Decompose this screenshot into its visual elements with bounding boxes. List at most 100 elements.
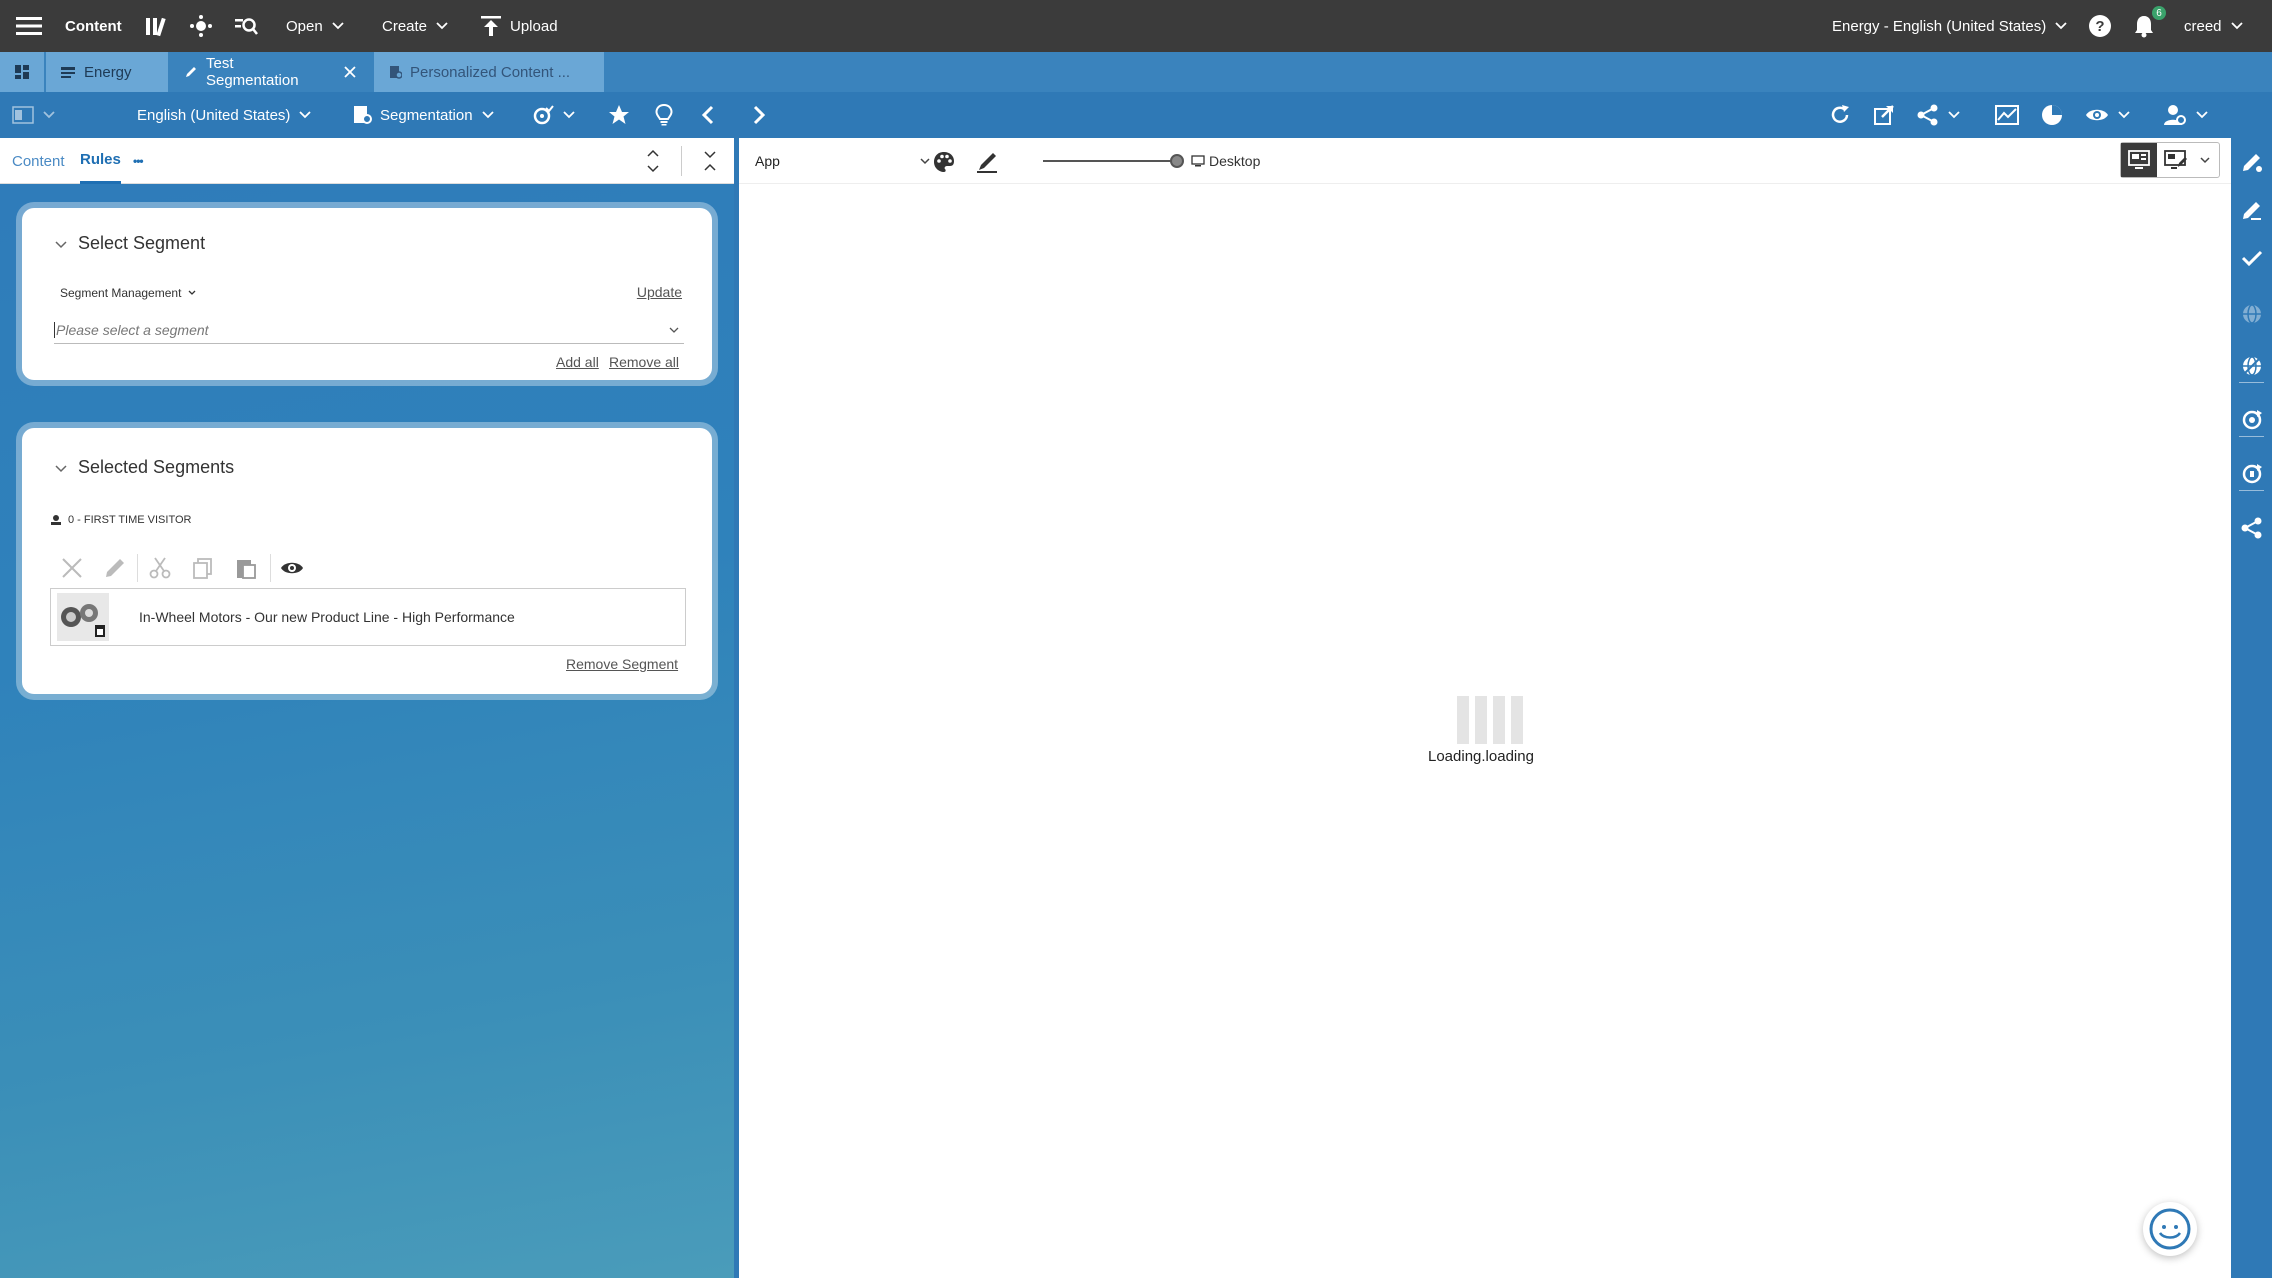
publish-icon[interactable] [2231, 294, 2272, 334]
live-preview-icon[interactable] [2121, 143, 2157, 177]
chevron-down-icon [920, 158, 930, 165]
separator [270, 554, 271, 582]
reload-icon[interactable] [1829, 92, 1851, 138]
chevron-down-icon [481, 111, 494, 119]
site-selector[interactable]: Energy - English (United States) [1832, 0, 2068, 52]
upload-icon [481, 16, 501, 36]
pie-chart-icon[interactable] [2041, 92, 2063, 138]
menu-icon[interactable] [16, 0, 42, 52]
item-thumbnail [57, 593, 109, 641]
expand-collapse-icon[interactable] [646, 138, 660, 184]
tab-energy[interactable]: Energy [46, 52, 168, 92]
brush-icon[interactable] [975, 150, 999, 174]
preview-mode-toggle [2120, 142, 2220, 178]
remove-segment-link[interactable]: Remove Segment [566, 656, 678, 672]
app-title: Content [65, 17, 122, 35]
locale-selector[interactable]: English (United States) [137, 92, 312, 138]
more-tabs-button[interactable]: ••• [133, 138, 144, 184]
copy-icon[interactable] [191, 556, 215, 580]
segment-header: 0 - FIRST TIME VISITOR [50, 514, 191, 526]
close-icon[interactable] [342, 64, 358, 80]
chevron-down-icon [2118, 111, 2130, 119]
approve-icon[interactable] [2231, 238, 2272, 278]
chevron-down-icon [1948, 111, 1960, 119]
chevron-down-icon[interactable] [668, 324, 680, 336]
preview-visibility-menu[interactable] [2085, 92, 2131, 138]
segmentation-icon [354, 106, 372, 124]
edit-icon[interactable] [2231, 190, 2272, 230]
segment-select-input[interactable]: Please select a segment [54, 316, 684, 344]
desktop-icon [1191, 155, 1205, 167]
add-all-link[interactable]: Add all [556, 354, 599, 370]
chevron-down-icon [563, 111, 575, 119]
tab-personalized-content[interactable]: Personalized Content ... [374, 52, 604, 92]
chevron-down-icon[interactable] [54, 238, 68, 252]
open-external-icon[interactable] [1873, 92, 1895, 138]
eye-icon[interactable] [280, 558, 304, 578]
edit-preview-icon[interactable] [2157, 143, 2195, 177]
help-icon[interactable]: ? [2088, 0, 2112, 52]
sync-icon[interactable] [2231, 454, 2272, 494]
paste-icon[interactable] [234, 556, 258, 580]
layout-toggle[interactable] [12, 92, 56, 138]
collapse-all-icon[interactable] [703, 138, 717, 184]
open-menu[interactable]: Open [286, 0, 345, 52]
top-bar: Content Open Create Upload Energy - Engl… [0, 0, 2272, 52]
lightbulb-icon[interactable] [655, 92, 673, 138]
collapse-left-icon[interactable] [700, 92, 716, 138]
app-select[interactable]: App [755, 146, 931, 176]
left-panel-tabs: Content Rules ••• [0, 138, 734, 184]
segment-content-item[interactable]: In-Wheel Motors - Our new Product Line -… [50, 588, 686, 646]
loading-text: Loading.loading [1428, 748, 1534, 765]
create-menu[interactable]: Create [382, 0, 449, 52]
delete-icon[interactable] [60, 556, 84, 580]
tab-test-segmentation[interactable]: Test Segmentation [170, 52, 372, 92]
palette-icon[interactable] [932, 150, 956, 174]
view-selector[interactable]: Segmentation [352, 92, 495, 138]
svg-text:?: ? [2095, 18, 2104, 35]
share-menu[interactable] [1917, 92, 1961, 138]
segment-icon [51, 515, 61, 525]
remove-all-link[interactable]: Remove all [609, 354, 679, 370]
chevron-down-icon [436, 22, 448, 30]
assistant-button[interactable] [2143, 1202, 2197, 1256]
persona-menu[interactable] [2163, 92, 2209, 138]
upload-button[interactable]: Upload [480, 0, 558, 52]
zoom-slider-track[interactable] [1043, 160, 1179, 162]
preview-area: Loading.loading [739, 184, 2231, 1278]
select-segment-title: Select Segment [78, 233, 206, 253]
cut-icon[interactable] [148, 556, 172, 580]
workflow-icon[interactable] [189, 0, 213, 52]
expand-right-icon[interactable] [751, 92, 767, 138]
localize-icon[interactable] [2231, 400, 2272, 440]
withdraw-icon[interactable] [2231, 346, 2272, 386]
search-icon[interactable] [234, 0, 258, 52]
left-toolbar: English (United States) Segmentation [0, 92, 734, 138]
library-icon[interactable] [144, 0, 168, 52]
gear-check-icon [533, 105, 554, 125]
preview-toolbar [739, 92, 2272, 138]
tab-rules[interactable]: Rules [80, 138, 121, 184]
chevron-down-icon [2055, 22, 2067, 30]
persona-icon [2164, 105, 2186, 125]
separator [681, 146, 682, 176]
notification-badge: 6 [2152, 6, 2166, 20]
smiley-icon [2149, 1208, 2191, 1250]
segment-source-selector[interactable]: Segment Management [60, 286, 197, 300]
document-tab-bar: Energy Test Segmentation Personalized Co… [0, 52, 2272, 92]
validation-menu[interactable] [532, 92, 576, 138]
dashboard-icon[interactable] [0, 52, 44, 92]
chevron-down-icon[interactable] [54, 462, 68, 476]
user-menu[interactable]: creed [2184, 0, 2244, 52]
chevron-down-icon [188, 290, 196, 295]
analytics-icon[interactable] [1995, 92, 2019, 138]
share-icon[interactable] [2231, 508, 2272, 548]
edit-content-icon[interactable] [2231, 142, 2272, 182]
bookmark-icon[interactable] [608, 92, 630, 138]
edit-icon[interactable] [103, 556, 127, 580]
update-link[interactable]: Update [637, 284, 682, 300]
notifications-icon[interactable]: 6 [2132, 0, 2166, 52]
zoom-slider-handle[interactable] [1170, 154, 1184, 168]
tab-content[interactable]: Content [12, 138, 65, 184]
chevron-down-icon[interactable] [2199, 154, 2211, 166]
